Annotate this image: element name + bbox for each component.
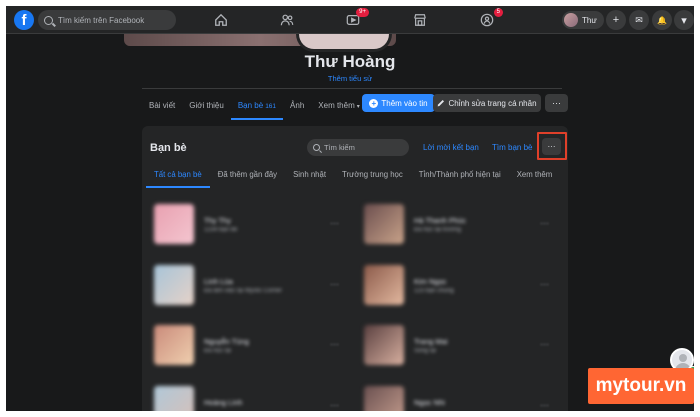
friend-photo[interactable] bbox=[364, 325, 404, 365]
tab-current-city[interactable]: Tỉnh/Thành phố hiện tại bbox=[411, 164, 509, 186]
divider bbox=[142, 88, 562, 89]
tab-all-friends[interactable]: Tất cả bạn bè bbox=[146, 164, 210, 188]
profile-tabs: Bài viết Giới thiệu Bạn bè 161 Ảnh Xem th… bbox=[142, 94, 367, 120]
chevron-down-icon[interactable]: ▾ bbox=[674, 10, 694, 30]
friend-photo[interactable] bbox=[364, 265, 404, 305]
friend-more-icon[interactable]: ··· bbox=[540, 400, 549, 410]
friend-photo[interactable] bbox=[154, 386, 194, 411]
highlight-box bbox=[537, 132, 567, 160]
tab-photos[interactable]: Ảnh bbox=[283, 94, 311, 118]
friend-photo[interactable] bbox=[364, 386, 404, 411]
friend-list-item[interactable]: Hà Thanh Phúc Đã học tại trường ··· bbox=[364, 204, 564, 248]
friend-subtitle: Đã học tại bbox=[204, 348, 232, 354]
friend-more-icon[interactable]: ··· bbox=[330, 218, 339, 228]
friend-list-item[interactable]: Kim Ngọc 123 bạn chung ··· bbox=[364, 265, 564, 309]
browser-viewport: f 9+ 5 Thư + ✉ 🔔 ▾ Thư bbox=[6, 6, 694, 411]
add-to-story-button[interactable]: + Thêm vào tin bbox=[362, 94, 435, 112]
groups-badge: 5 bbox=[493, 8, 503, 17]
friend-subtitle: 1234 bạn bè bbox=[204, 227, 238, 233]
search-icon bbox=[313, 144, 320, 151]
profile-more-button[interactable]: ··· bbox=[545, 94, 568, 112]
watch-icon[interactable]: 9+ bbox=[344, 8, 369, 29]
friend-subtitle: Đã làm việc tại Mystic Corner bbox=[204, 288, 283, 294]
friend-subtitle: Sống tại bbox=[414, 348, 437, 354]
pencil-icon bbox=[438, 100, 445, 107]
friend-name[interactable]: Hà Thanh Phúc bbox=[414, 216, 466, 225]
friend-more-icon[interactable]: ··· bbox=[540, 339, 549, 349]
friends-count: 161 bbox=[265, 103, 277, 110]
profile-picture[interactable] bbox=[296, 34, 392, 52]
caret-down-icon: ▾ bbox=[356, 104, 360, 110]
groups-icon[interactable]: 5 bbox=[478, 8, 503, 29]
avatar bbox=[564, 13, 578, 27]
friend-requests-link[interactable]: Lời mời kết bạn bbox=[423, 143, 479, 152]
tab-more[interactable]: Xem thêm ▾ bbox=[311, 94, 366, 118]
tab-friends[interactable]: Bạn bè 161 bbox=[230, 94, 284, 120]
friend-photo[interactable] bbox=[364, 204, 404, 244]
friend-more-icon[interactable]: ··· bbox=[330, 339, 339, 349]
home-icon[interactable] bbox=[212, 11, 230, 29]
marketplace-icon[interactable] bbox=[411, 11, 429, 29]
friend-name[interactable]: Kim Ngọc bbox=[414, 277, 447, 286]
friend-photo[interactable] bbox=[154, 325, 194, 365]
watermark-logo: mytour.vn bbox=[588, 368, 694, 404]
global-search-box[interactable] bbox=[38, 10, 176, 30]
friends-search-input[interactable] bbox=[324, 143, 404, 152]
plus-circle-icon: + bbox=[369, 98, 379, 108]
friend-name[interactable]: Linh Lúa bbox=[204, 277, 233, 286]
tab-birthdays[interactable]: Sinh nhật bbox=[285, 164, 334, 186]
friend-name[interactable]: Nguyễn Tùng bbox=[204, 337, 249, 346]
friend-more-icon[interactable]: ··· bbox=[540, 218, 549, 228]
find-friends-link[interactable]: Tìm bạn bè bbox=[492, 143, 532, 152]
add-bio-link[interactable]: Thêm tiểu sử bbox=[6, 74, 694, 83]
facebook-logo[interactable]: f bbox=[14, 10, 34, 30]
friends-card-title: Bạn bè bbox=[150, 142, 187, 154]
friend-name[interactable]: Trang Mai bbox=[414, 337, 447, 346]
friend-list-item[interactable]: Hoàng Linh ··· bbox=[154, 386, 354, 411]
bell-icon[interactable]: 🔔 bbox=[652, 10, 672, 30]
friends-card: Bạn bè Lời mời kết bạn Tìm bạn bè ··· Tấ… bbox=[142, 126, 568, 411]
friend-name[interactable]: Hoàng Linh bbox=[204, 398, 242, 407]
tab-about[interactable]: Giới thiệu bbox=[182, 94, 231, 118]
profile-name: Thư Hoàng bbox=[304, 52, 396, 71]
friend-list-item[interactable]: Thy Thy 1234 bạn bè ··· bbox=[154, 204, 354, 248]
friend-list-item[interactable]: Nguyễn Tùng Đã học tại ··· bbox=[154, 325, 354, 369]
tab-posts[interactable]: Bài viết bbox=[142, 94, 182, 118]
friends-icon[interactable] bbox=[278, 11, 296, 29]
global-search-input[interactable] bbox=[58, 15, 168, 25]
watch-badge: 9+ bbox=[356, 8, 369, 17]
profile-shortcut-label: Thư bbox=[582, 15, 597, 25]
top-navigation-bar: f 9+ 5 Thư + ✉ 🔔 ▾ bbox=[6, 6, 694, 34]
friend-more-icon[interactable]: ··· bbox=[330, 279, 339, 289]
tab-friends-more[interactable]: Xem thêm bbox=[509, 164, 561, 186]
friend-subtitle: Đã học tại trường bbox=[414, 227, 461, 233]
friends-filter-tabs: Tất cả bạn bè Đã thêm gần đây Sinh nhật … bbox=[146, 164, 561, 188]
messenger-icon[interactable]: ✉ bbox=[629, 10, 649, 30]
friends-search-box[interactable] bbox=[307, 139, 409, 156]
profile-shortcut[interactable]: Thư bbox=[562, 11, 604, 29]
tab-recently-added[interactable]: Đã thêm gần đây bbox=[210, 164, 285, 186]
friend-list-item[interactable]: Ngọc Nhi ··· bbox=[364, 386, 564, 411]
edit-profile-button[interactable]: Chỉnh sửa trang cá nhân bbox=[433, 94, 541, 112]
friend-more-icon[interactable]: ··· bbox=[330, 400, 339, 410]
friend-photo[interactable] bbox=[154, 265, 194, 305]
friend-name[interactable]: Thy Thy bbox=[204, 216, 231, 225]
friend-subtitle: 123 bạn chung bbox=[414, 288, 454, 294]
search-icon bbox=[44, 15, 53, 25]
friend-photo[interactable] bbox=[154, 204, 194, 244]
friend-list-item[interactable]: Linh Lúa Đã làm việc tại Mystic Corner ··· bbox=[154, 265, 354, 309]
plus-icon[interactable]: + bbox=[606, 10, 626, 30]
tab-high-school[interactable]: Trường trung học bbox=[334, 164, 411, 186]
friend-more-icon[interactable]: ··· bbox=[540, 279, 549, 289]
friend-list-item[interactable]: Trang Mai Sống tại ··· bbox=[364, 325, 564, 369]
friend-name[interactable]: Ngọc Nhi bbox=[414, 398, 445, 407]
